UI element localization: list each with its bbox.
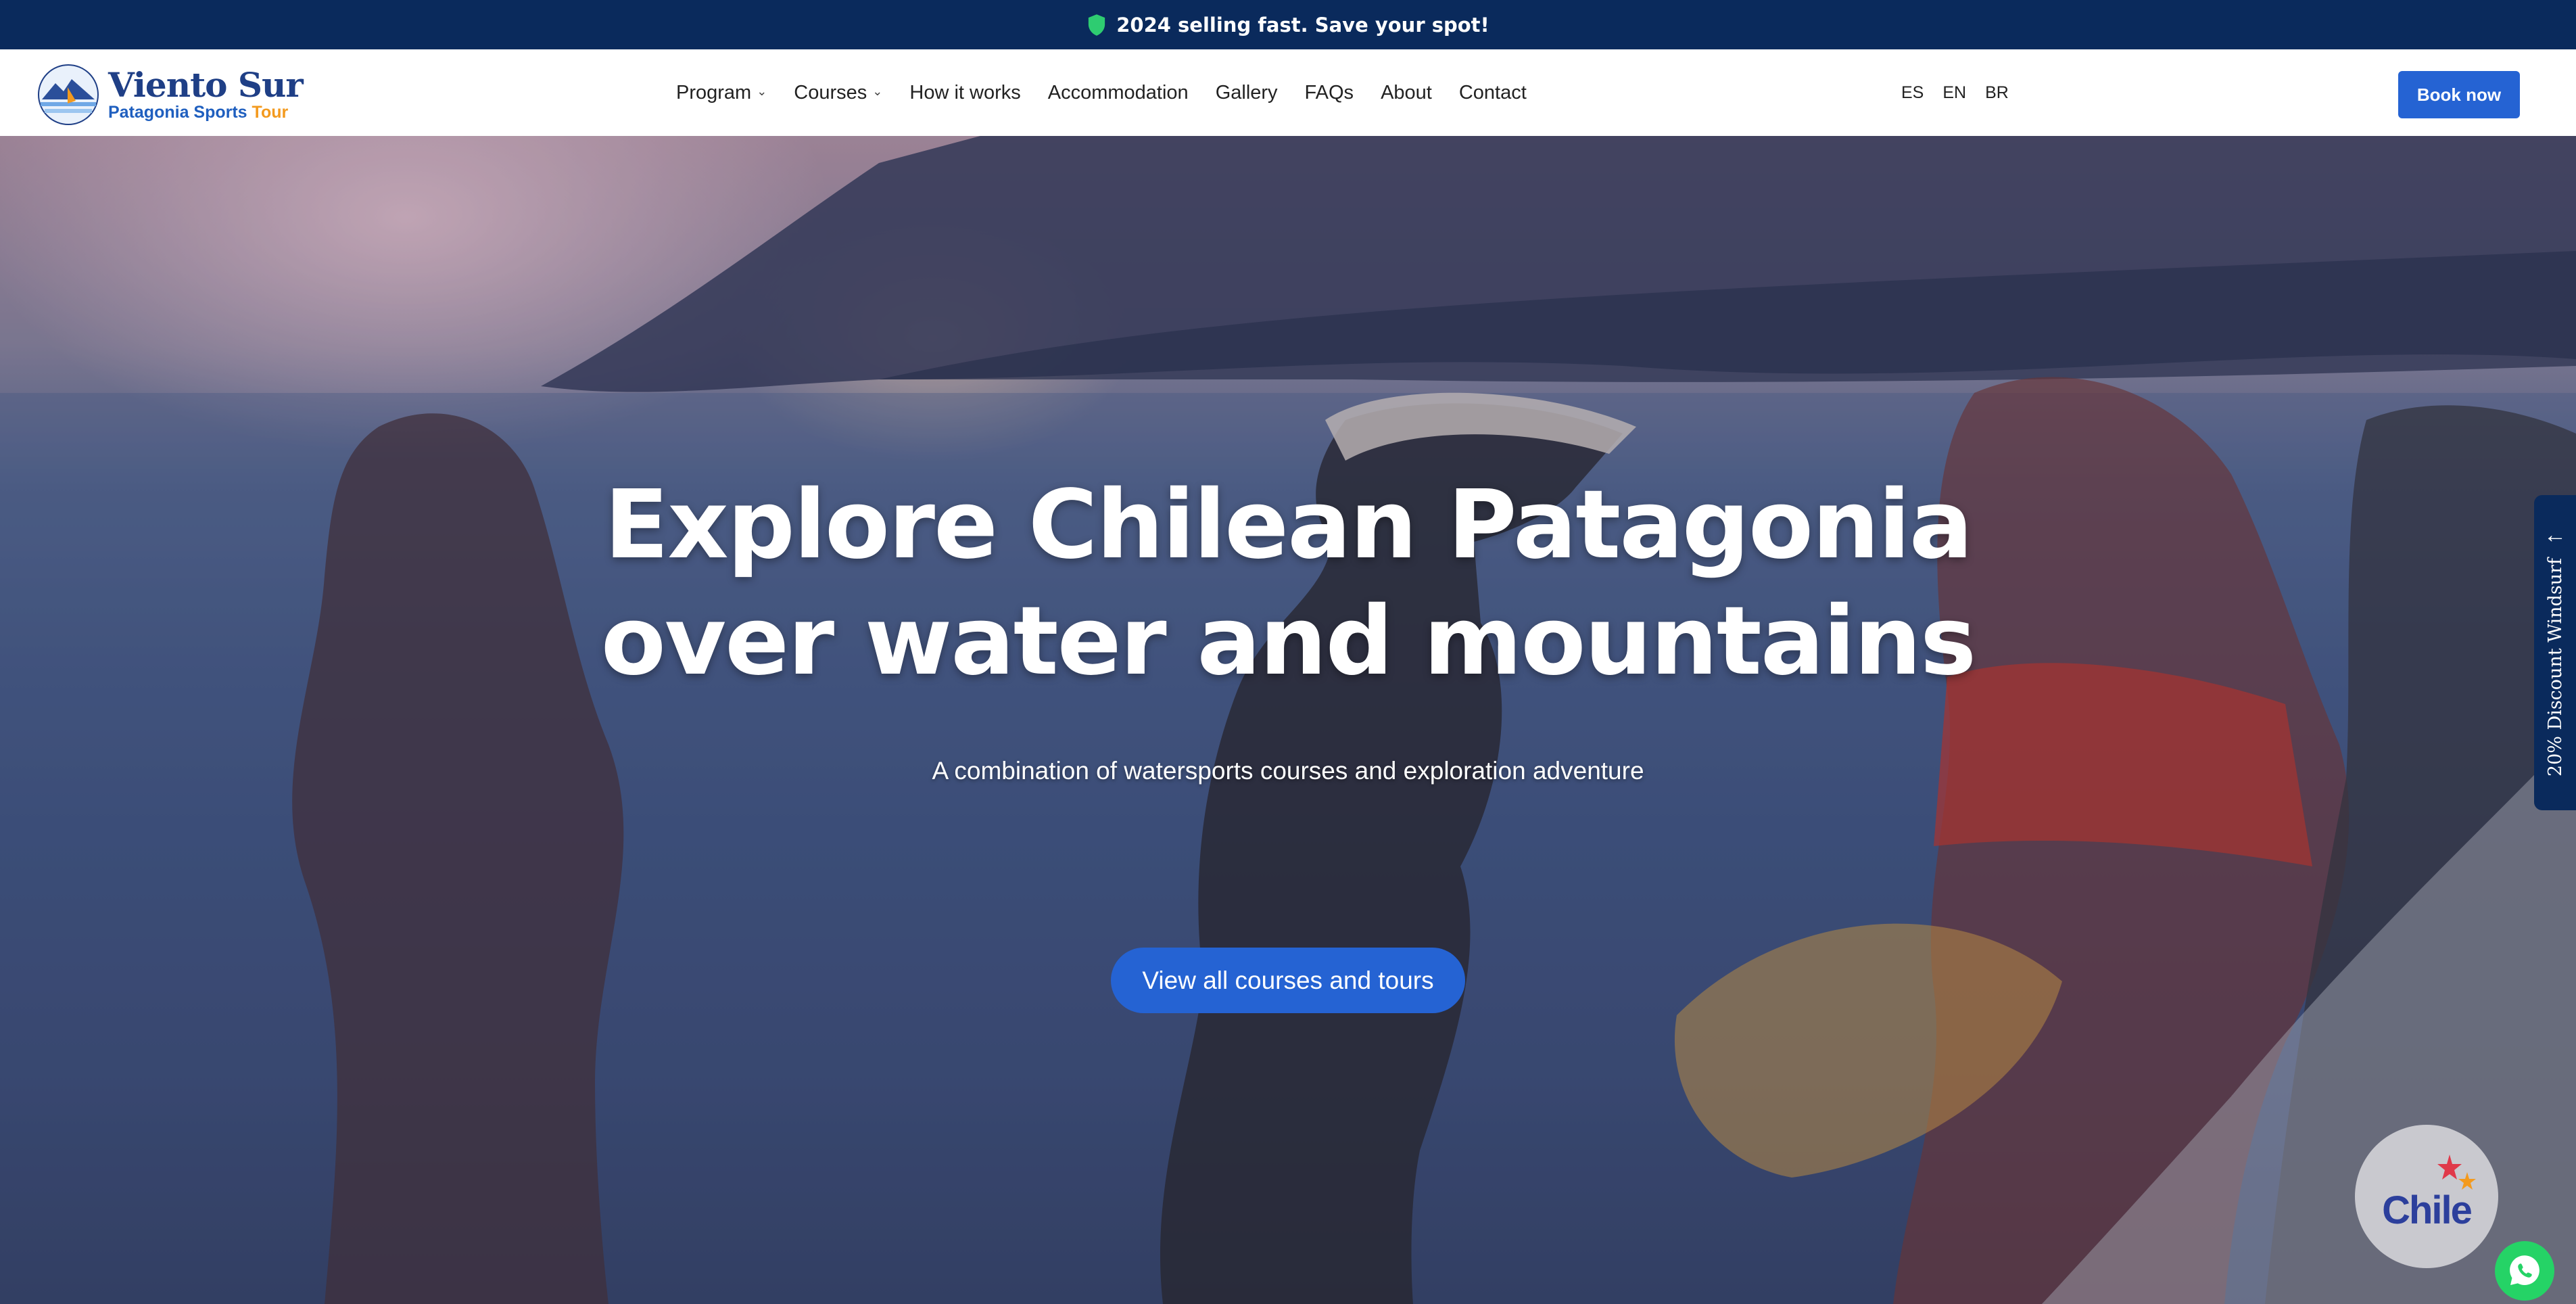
shield-icon [1089, 14, 1105, 36]
hero-section: Explore Chilean Patagonia over water and… [0, 136, 2576, 1304]
brand-subtitle-accent: Tour [252, 103, 289, 122]
language-switcher: ES EN BR [1901, 49, 2009, 136]
nav-item-faqs[interactable]: FAQs [1305, 82, 1354, 104]
lang-en-link[interactable]: EN [1942, 83, 1966, 103]
nav-item-contact[interactable]: Contact [1459, 82, 1527, 104]
announcement-bar: 2024 selling fast. Save your spot! [0, 0, 2576, 49]
nav-item-label: FAQs [1304, 81, 1354, 103]
nav-item-program[interactable]: Program ⌄ [676, 82, 767, 104]
chile-badge[interactable]: Chile [2355, 1125, 2498, 1268]
nav-item-courses[interactable]: Courses ⌄ [794, 82, 882, 104]
lang-es-link[interactable]: ES [1901, 83, 1924, 103]
hero-title-line-2: over water and mountains [600, 586, 1977, 697]
brand-subtitle-main: Patagonia Sports [108, 103, 247, 122]
logo-badge-icon [38, 64, 99, 125]
arrow-left-icon: ← [2544, 522, 2567, 548]
nav-item-label: Courses [794, 81, 867, 103]
stars-icon [2437, 1155, 2476, 1190]
announcement-text: 2024 selling fast. Save your spot! [1116, 13, 1489, 37]
chevron-down-icon: ⌄ [872, 84, 883, 98]
nav-item-label: Gallery [1215, 81, 1278, 103]
nav-item-gallery[interactable]: Gallery [1216, 82, 1278, 104]
brand-logo[interactable]: Viento Sur Patagonia Sports Tour [38, 64, 304, 125]
book-now-button[interactable]: Book now [2398, 71, 2520, 118]
nav-item-label: Accommodation [1047, 81, 1189, 103]
brand-subtitle: Patagonia Sports Tour [108, 103, 303, 122]
hero-title-line-1: Explore Chilean Patagonia [604, 470, 1974, 580]
lang-br-link[interactable]: BR [1985, 83, 2009, 103]
chevron-down-icon: ⌄ [757, 84, 767, 98]
nav-item-label: How it works [909, 81, 1021, 103]
view-courses-button[interactable]: View all courses and tours [1111, 948, 1465, 1013]
hero-overlay [0, 136, 2576, 1304]
nav-item-label: About [1381, 81, 1432, 103]
discount-side-tab[interactable]: ← 20% Discount Windsurf [2534, 495, 2576, 810]
nav-item-label: Program [676, 81, 752, 103]
whatsapp-icon [2510, 1255, 2539, 1285]
brand-title: Viento Sur [108, 65, 304, 105]
hero-subtitle: A combination of watersports courses and… [932, 757, 1644, 785]
hero-title: Explore Chilean Patagonia over water and… [0, 467, 2576, 700]
nav-item-label: Contact [1458, 81, 1527, 103]
whatsapp-button[interactable] [2495, 1241, 2554, 1301]
discount-tab-label: 20% Discount Windsurf [2544, 558, 2566, 777]
nav-item-how-it-works[interactable]: How it works [909, 82, 1020, 104]
site-header: Viento Sur Patagonia Sports Tour Program… [0, 49, 2576, 137]
nav-item-about[interactable]: About [1381, 82, 1432, 104]
main-nav: Program ⌄ Courses ⌄ How it works Accommo… [676, 49, 1527, 136]
nav-item-accommodation[interactable]: Accommodation [1048, 82, 1189, 104]
